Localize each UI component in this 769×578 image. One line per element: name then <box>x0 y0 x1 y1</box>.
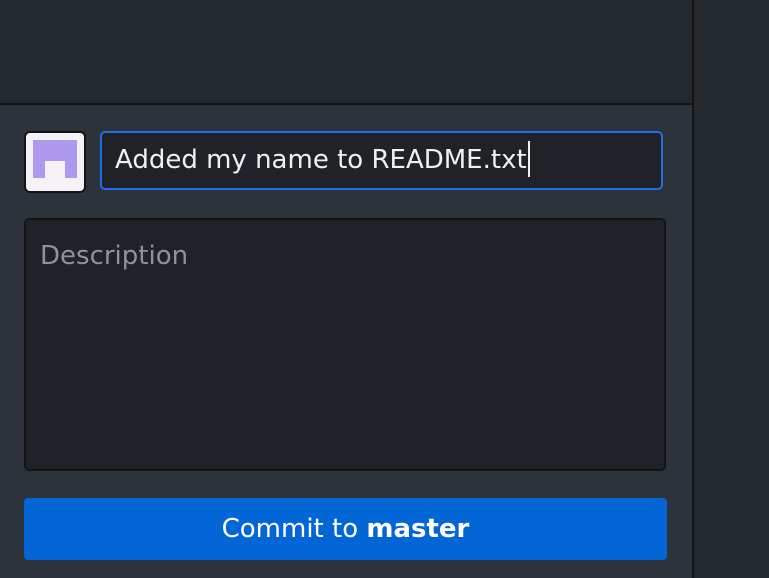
avatar <box>24 131 86 193</box>
identicon-icon <box>33 140 77 178</box>
description-placeholder: Description <box>40 241 189 271</box>
commit-summary-input[interactable]: Added my name to README.txt <box>100 131 663 190</box>
commit-button[interactable]: Commit to master <box>24 498 667 560</box>
commit-description-field[interactable]: Description <box>24 218 666 471</box>
commit-summary-text: Added my name to README.txt <box>115 145 527 175</box>
changes-pane: Added my name to README.txt Description … <box>0 0 692 578</box>
text-caret <box>527 140 530 177</box>
diff-pane <box>694 0 769 578</box>
commit-button-label: Commit to <box>221 514 367 544</box>
commit-branch-name: master <box>366 514 470 544</box>
app-window: Added my name to README.txt Description … <box>0 0 769 578</box>
changes-list-area <box>0 0 692 103</box>
